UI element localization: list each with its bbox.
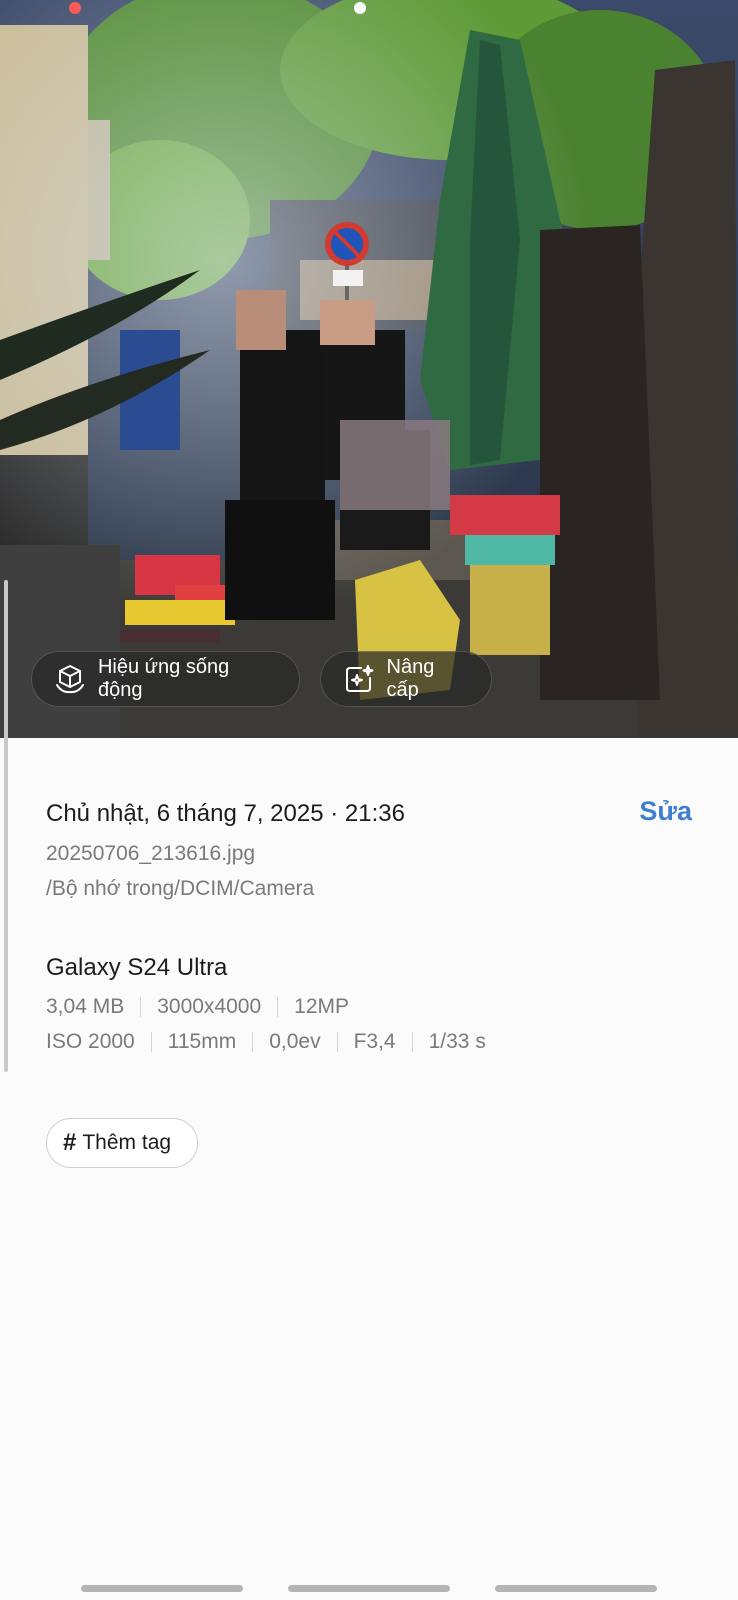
megapixels: 12MP bbox=[294, 995, 350, 1018]
file-name: 20250706_213616.jpg bbox=[46, 842, 256, 865]
divider bbox=[277, 997, 279, 1017]
cube-sparkle-icon bbox=[52, 661, 88, 697]
file-specs: 3,04 MB 3000x4000 12MP bbox=[46, 995, 349, 1019]
add-tag-button[interactable]: # Thêm tag bbox=[46, 1118, 198, 1168]
divider bbox=[252, 1032, 254, 1052]
nav-home-button[interactable] bbox=[288, 1585, 450, 1592]
divider bbox=[411, 1032, 413, 1052]
edit-button[interactable]: Sửa bbox=[639, 796, 692, 827]
shutter-speed: 1/33 s bbox=[428, 1030, 486, 1053]
file-size: 3,04 MB bbox=[46, 995, 125, 1018]
focal-length: 115mm bbox=[167, 1030, 237, 1053]
device-name: Galaxy S24 Ultra bbox=[46, 954, 228, 981]
aperture: F3,4 bbox=[353, 1030, 396, 1053]
live-effect-label: Hiệu ứng sống động bbox=[97, 656, 230, 701]
photo-details-screen: Hiệu ứng sống động Nâng cấp Chủ nhật, 6 … bbox=[0, 0, 738, 1600]
upgrade-label: Nâng cấp bbox=[386, 656, 435, 701]
nav-recents-button[interactable] bbox=[81, 1585, 243, 1592]
exposure-value: 0,0ev bbox=[269, 1030, 321, 1053]
photo-preview[interactable]: Hiệu ứng sống động Nâng cấp bbox=[0, 0, 738, 738]
divider bbox=[150, 1032, 152, 1052]
nav-back-button[interactable] bbox=[495, 1585, 657, 1592]
capture-date: Chủ nhật, 6 tháng 7, 2025 · 21:36 bbox=[46, 800, 405, 827]
live-effect-chip[interactable]: Hiệu ứng sống động bbox=[31, 651, 300, 707]
camera-specs: ISO 2000 115mm 0,0ev F3,4 1/33 s bbox=[46, 1030, 486, 1054]
photo-scene bbox=[0, 0, 738, 738]
scroll-indicator[interactable] bbox=[4, 580, 8, 1072]
image-sparkle-icon bbox=[341, 661, 377, 697]
resolution: 3000x4000 bbox=[157, 995, 262, 1018]
navigation-bar bbox=[0, 1570, 738, 1600]
file-path: /Bộ nhớ trong/DCIM/Camera bbox=[46, 877, 315, 900]
upgrade-chip[interactable]: Nâng cấp bbox=[320, 651, 492, 707]
divider bbox=[140, 997, 142, 1017]
divider bbox=[336, 1032, 338, 1052]
add-tag-label: Thêm tag bbox=[82, 1131, 172, 1154]
iso-value: ISO 2000 bbox=[46, 1030, 135, 1053]
hashtag-icon: # bbox=[63, 1129, 77, 1156]
